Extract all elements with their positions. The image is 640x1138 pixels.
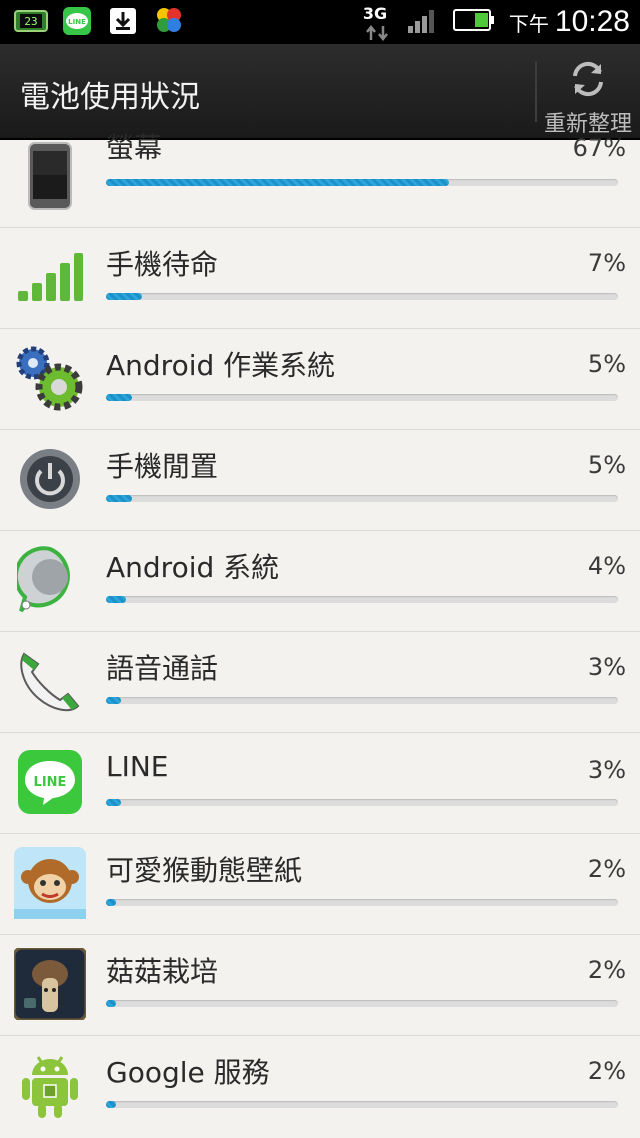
item-name: Android 系統 (106, 551, 280, 584)
counter-text: 23 (24, 15, 37, 28)
usage-bar (106, 697, 618, 704)
network-type-label: 3G (362, 4, 388, 23)
power-icon (14, 443, 86, 515)
screen-phone-icon (14, 140, 86, 212)
network-3g-icon: 3G (363, 2, 393, 42)
usage-bar-fill (106, 899, 117, 906)
gears-icon (14, 342, 86, 414)
usage-bar (106, 1000, 618, 1007)
usage-bar (106, 596, 618, 603)
line-icon-text: LINE (34, 775, 67, 790)
list-item-monkey-wallpaper[interactable]: 可愛猴動態壁紙 2% (0, 833, 640, 935)
page-title: 電池使用狀況 (20, 80, 200, 115)
usage-bar-fill (106, 495, 132, 502)
usage-bar (106, 799, 618, 806)
item-percent: 3% (587, 653, 626, 681)
usage-bar-fill (106, 394, 132, 401)
list-item-line[interactable]: LINE LINE 3% (0, 732, 640, 834)
item-name: LINE (106, 750, 169, 783)
usage-bar (106, 899, 618, 906)
battery-icon (452, 8, 495, 36)
usage-bar-fill (106, 697, 122, 704)
list-item-screen[interactable]: 螢幕 67% (0, 126, 640, 228)
android-robot-icon (14, 1049, 86, 1121)
item-name: 可愛猴動態壁紙 (106, 854, 303, 887)
item-percent: 5% (587, 451, 626, 479)
refresh-icon (567, 58, 609, 104)
usage-bar (106, 394, 618, 401)
item-percent: 3% (587, 756, 626, 784)
item-name: 螢幕 (106, 131, 163, 164)
usage-bar (106, 1101, 618, 1108)
usage-bar-fill (106, 1000, 117, 1007)
list-item-google-services[interactable]: Google 服務 2% (0, 1035, 640, 1136)
download-icon (106, 6, 140, 36)
usage-bar (106, 495, 618, 502)
mushroom-game-icon (14, 948, 86, 1020)
phone-handset-icon (14, 645, 86, 717)
line-notif-text: LINE (68, 18, 86, 26)
usage-bar (106, 293, 618, 300)
item-percent: 2% (587, 855, 626, 883)
signal-bars-icon (14, 241, 86, 313)
list-item-voice-call[interactable]: 語音通話 3% (0, 631, 640, 733)
action-bar-divider (535, 62, 537, 122)
line-notification-icon: LINE (60, 6, 94, 36)
monkey-wallpaper-icon (14, 847, 86, 919)
item-percent: 67% (572, 134, 626, 162)
signal-strength-icon (407, 6, 439, 38)
list-item-mushroom[interactable]: 菇菇栽培 2% (0, 934, 640, 1036)
status-bar: 23 LINE 3G 下午 10:28 (0, 0, 640, 44)
usage-bar-fill (106, 799, 122, 806)
item-name: 菇菇栽培 (106, 955, 219, 988)
item-name: Android 作業系統 (106, 349, 336, 382)
item-name: Google 服務 (106, 1056, 270, 1089)
usage-bar (106, 179, 618, 186)
clock: 10:28 (554, 5, 630, 38)
list-item-android-os[interactable]: Android 作業系統 5% (0, 328, 640, 430)
usage-bar-fill (106, 1101, 117, 1108)
line-app-icon: LINE (14, 746, 86, 818)
item-percent: 2% (587, 956, 626, 984)
clover-icon (152, 6, 186, 36)
item-name: 手機閒置 (106, 450, 219, 483)
item-percent: 4% (587, 552, 626, 580)
list-item-android-system[interactable]: Android 系統 4% (0, 530, 640, 632)
usage-bar-fill (106, 293, 142, 300)
item-percent: 5% (587, 350, 626, 378)
time-period: 下午 (508, 12, 549, 36)
item-name: 手機待命 (106, 248, 219, 281)
list-item-standby[interactable]: 手機待命 7% (0, 227, 640, 329)
counter-notification-icon: 23 (14, 6, 48, 36)
refresh-button[interactable]: 重新整理 (538, 48, 638, 137)
list-item-idle[interactable]: 手機閒置 5% (0, 429, 640, 531)
item-name: 語音通話 (106, 652, 219, 685)
item-percent: 7% (587, 249, 626, 277)
android-system-icon (14, 544, 86, 616)
usage-bar-fill (106, 596, 127, 603)
item-percent: 2% (587, 1057, 626, 1085)
usage-bar-fill (106, 179, 450, 186)
